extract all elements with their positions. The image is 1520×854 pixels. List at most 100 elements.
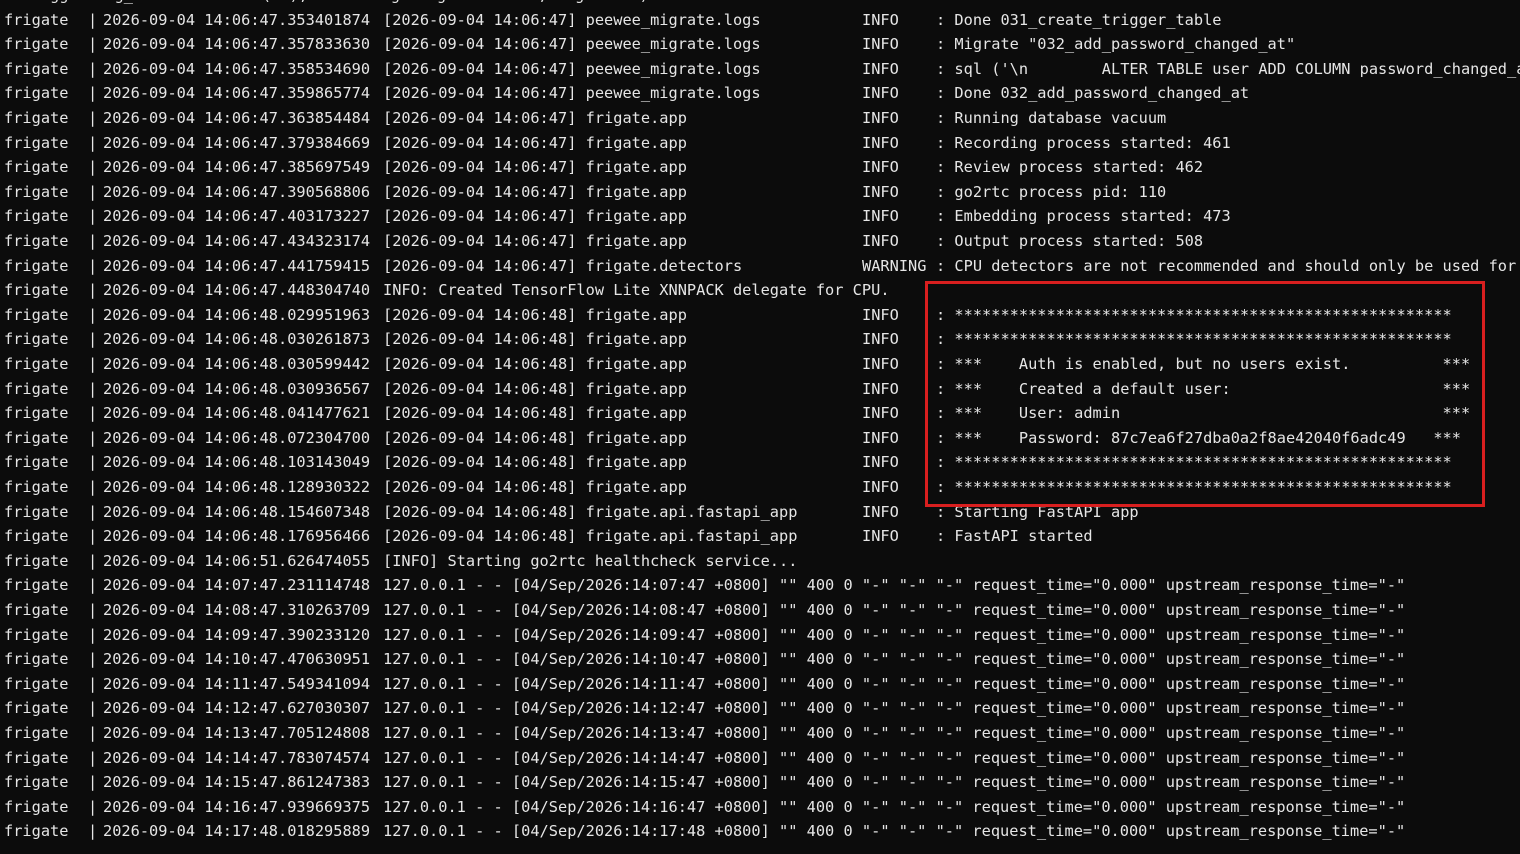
log-separator: | (88, 600, 98, 619)
log-module: 127.0.0.1 - - [04/Sep/2026:14:12:47 +080… (383, 699, 1406, 718)
log-separator: | (88, 527, 98, 546)
log-module: 127.0.0.1 - - [04/Sep/2026:14:08:47 +080… (383, 600, 1406, 619)
log-line: frigate | 2026-09-04 14:06:47.441759415 [20… (0, 254, 1520, 279)
log-source: frigate (4, 305, 69, 324)
log-message: : Recording process started: 461 (936, 133, 1231, 152)
log-message: : Done 032_add_password_changed_at (936, 84, 1250, 103)
log-line: frigate | 2026-09-04 14:06:48.176956466 [20… (0, 524, 1520, 549)
log-line: frigate | 2026-09-04 14:15:47.861247383 127… (0, 770, 1520, 795)
log-source: frigate (4, 773, 69, 792)
log-level: INFO (862, 108, 899, 127)
log-timestamp: 2026-09-04 14:06:47.359865774 (103, 84, 371, 103)
log-timestamp: 2026-09-04 14:06:48.030599442 (103, 354, 371, 373)
log-source: frigate (4, 281, 69, 300)
log-line: frigate | 2026-09-04 14:11:47.549341094 127… (0, 672, 1520, 697)
log-module: [2026-09-04 14:06:48] frigate.app (383, 428, 687, 447)
log-line: frigate | 2026-09-04 14:06:47.379384669 [20… (0, 131, 1520, 156)
log-message: : Migrate "032_add_password_changed_at" (936, 35, 1296, 54)
log-fragment-text: logger log_ct ctor ch (ee), ee log log o… (4, 0, 649, 8)
log-source: frigate (4, 428, 69, 447)
terminal-window[interactable]: logger log_ct ctor ch (ee), ee log log o… (0, 0, 1520, 854)
log-timestamp: 2026-09-04 14:10:47.470630951 (103, 650, 371, 669)
log-separator: | (88, 59, 98, 78)
log-separator: | (88, 158, 98, 177)
log-timestamp: 2026-09-04 14:06:47.353401874 (103, 10, 371, 29)
log-module: [2026-09-04 14:06:47] peewee_migrate.log… (383, 35, 761, 54)
log-level: INFO (862, 231, 899, 250)
log-level: INFO (862, 133, 899, 152)
log-line: frigate | 2026-09-04 14:12:47.627030307 127… (0, 696, 1520, 721)
log-level: INFO (862, 10, 899, 29)
log-line: frigate | 2026-09-04 14:07:47.231114748 127… (0, 573, 1520, 598)
log-separator: | (88, 773, 98, 792)
log-line: frigate | 2026-09-04 14:06:47.403173227 [20… (0, 204, 1520, 229)
log-module: [2026-09-04 14:06:47] frigate.app (383, 207, 687, 226)
log-module: [2026-09-04 14:06:47] peewee_migrate.log… (383, 84, 761, 103)
log-source: frigate (4, 477, 69, 496)
log-source: frigate (4, 84, 69, 103)
log-module: [2026-09-04 14:06:48] frigate.api.fastap… (383, 502, 798, 521)
log-separator: | (88, 453, 98, 472)
log-timestamp: 2026-09-04 14:06:48.103143049 (103, 453, 371, 472)
log-separator: | (88, 477, 98, 496)
log-source: frigate (4, 748, 69, 767)
log-timestamp: 2026-09-04 14:06:48.154607348 (103, 502, 371, 521)
log-module: [2026-09-04 14:06:47] frigate.app (383, 133, 687, 152)
log-timestamp: 2026-09-04 14:06:47.403173227 (103, 207, 371, 226)
log-module: [2026-09-04 14:06:47] frigate.app (383, 231, 687, 250)
log-message: : CPU detectors are not recommended and … (936, 256, 1520, 275)
log-source: frigate (4, 625, 69, 644)
log-separator: | (88, 133, 98, 152)
log-separator: | (88, 797, 98, 816)
log-module: 127.0.0.1 - - [04/Sep/2026:14:13:47 +080… (383, 723, 1406, 742)
log-separator: | (88, 502, 98, 521)
log-source: frigate (4, 379, 69, 398)
log-source: frigate (4, 797, 69, 816)
log-line: frigate | 2026-09-04 14:08:47.310263709 127… (0, 598, 1520, 623)
log-module: [2026-09-04 14:06:48] frigate.app (383, 305, 687, 324)
log-source: frigate (4, 182, 69, 201)
log-timestamp: 2026-09-04 14:06:47.434323174 (103, 231, 371, 250)
log-level: INFO (862, 330, 899, 349)
log-source: frigate (4, 231, 69, 250)
log-line: frigate | 2026-09-04 14:06:47.358534690 [20… (0, 57, 1520, 82)
log-separator: | (88, 428, 98, 447)
log-line: frigate | 2026-09-04 14:14:47.783074574 127… (0, 746, 1520, 771)
log-timestamp: 2026-09-04 14:07:47.231114748 (103, 576, 371, 595)
log-line: frigate | 2026-09-04 14:06:47.363854484 [20… (0, 106, 1520, 131)
log-timestamp: 2026-09-04 14:06:48.176956466 (103, 527, 371, 546)
log-module: [2026-09-04 14:06:47] frigate.detectors (383, 256, 743, 275)
log-module: INFO: Created TensorFlow Lite XNNPACK de… (383, 281, 890, 300)
log-timestamp: 2026-09-04 14:14:47.783074574 (103, 748, 371, 767)
log-level: INFO (862, 453, 899, 472)
log-source: frigate (4, 674, 69, 693)
log-timestamp: 2026-09-04 14:06:48.030936567 (103, 379, 371, 398)
log-source: frigate (4, 453, 69, 472)
log-timestamp: 2026-09-04 14:06:47.441759415 (103, 256, 371, 275)
log-source: frigate (4, 59, 69, 78)
log-timestamp: 2026-09-04 14:06:51.626474055 (103, 551, 371, 570)
log-message: : Running database vacuum (936, 108, 1167, 127)
log-module: [2026-09-04 14:06:48] frigate.app (383, 453, 687, 472)
log-level: INFO (862, 158, 899, 177)
log-level: INFO (862, 379, 899, 398)
log-timestamp: 2026-09-04 14:17:48.018295889 (103, 822, 371, 841)
log-line: frigate | 2026-09-04 14:06:47.385697549 [20… (0, 155, 1520, 180)
log-module: 127.0.0.1 - - [04/Sep/2026:14:14:47 +080… (383, 748, 1406, 767)
log-module: [2026-09-04 14:06:48] frigate.app (383, 477, 687, 496)
log-module: [2026-09-04 14:06:48] frigate.api.fastap… (383, 527, 798, 546)
log-message: : Embedding process started: 473 (936, 207, 1231, 226)
log-line: frigate | 2026-09-04 14:10:47.470630951 127… (0, 647, 1520, 672)
log-level: INFO (862, 502, 899, 521)
log-source: frigate (4, 207, 69, 226)
log-source: frigate (4, 502, 69, 521)
log-level: INFO (862, 305, 899, 324)
log-module: [2026-09-04 14:06:48] frigate.app (383, 379, 687, 398)
log-line: frigate | 2026-09-04 14:06:47.357833630 [20… (0, 32, 1520, 57)
log-timestamp: 2026-09-04 14:13:47.705124808 (103, 723, 371, 742)
log-separator: | (88, 207, 98, 226)
log-level: INFO (862, 84, 899, 103)
log-message: : FastAPI started (936, 527, 1093, 546)
log-timestamp: 2026-09-04 14:06:47.357833630 (103, 35, 371, 54)
log-timestamp: 2026-09-04 14:06:47.358534690 (103, 59, 371, 78)
